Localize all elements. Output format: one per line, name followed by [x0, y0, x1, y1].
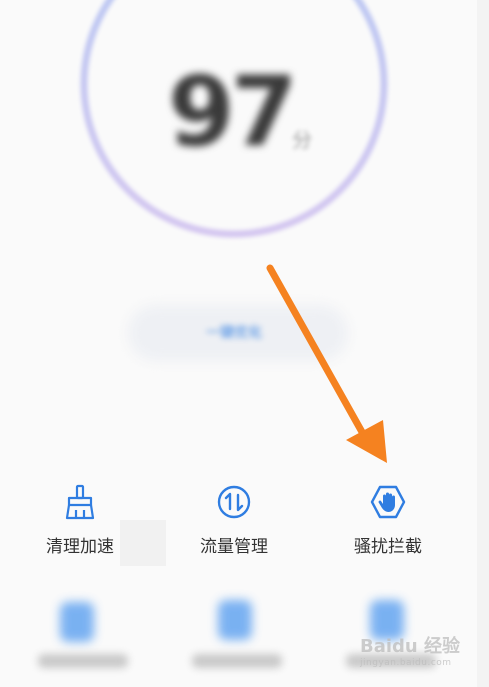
score-ring-panel: 97 分 一键优化: [0, 0, 489, 361]
arrow-head-icon: [346, 420, 387, 463]
data-transfer-icon: [217, 485, 251, 519]
watermark-text: Baidu 经验: [360, 636, 461, 657]
tool-data-management[interactable]: 流量管理: [164, 482, 304, 557]
optimize-button-label: 一键优化: [206, 325, 262, 341]
tool-label: 清理加速: [46, 537, 114, 557]
battery-icon[interactable]: [60, 602, 94, 642]
score-unit: 分: [292, 128, 312, 152]
tool-label: 骚扰拦截: [354, 537, 422, 557]
broom-icon: [65, 484, 95, 520]
blurred-label: [192, 654, 282, 668]
block-hand-icon: [370, 485, 406, 519]
watermark: Baidu 经验 jingyan.baidu.com: [360, 632, 482, 672]
tool-label: 流量管理: [200, 537, 268, 557]
app-lock-icon[interactable]: [218, 600, 252, 640]
tool-cleanup[interactable]: 清理加速: [10, 482, 150, 557]
security-score: 97: [168, 56, 298, 168]
blurred-label: [38, 654, 128, 668]
tool-harassment-block[interactable]: 骚扰拦截: [318, 482, 458, 557]
watermark-sub: jingyan.baidu.com: [360, 658, 452, 668]
